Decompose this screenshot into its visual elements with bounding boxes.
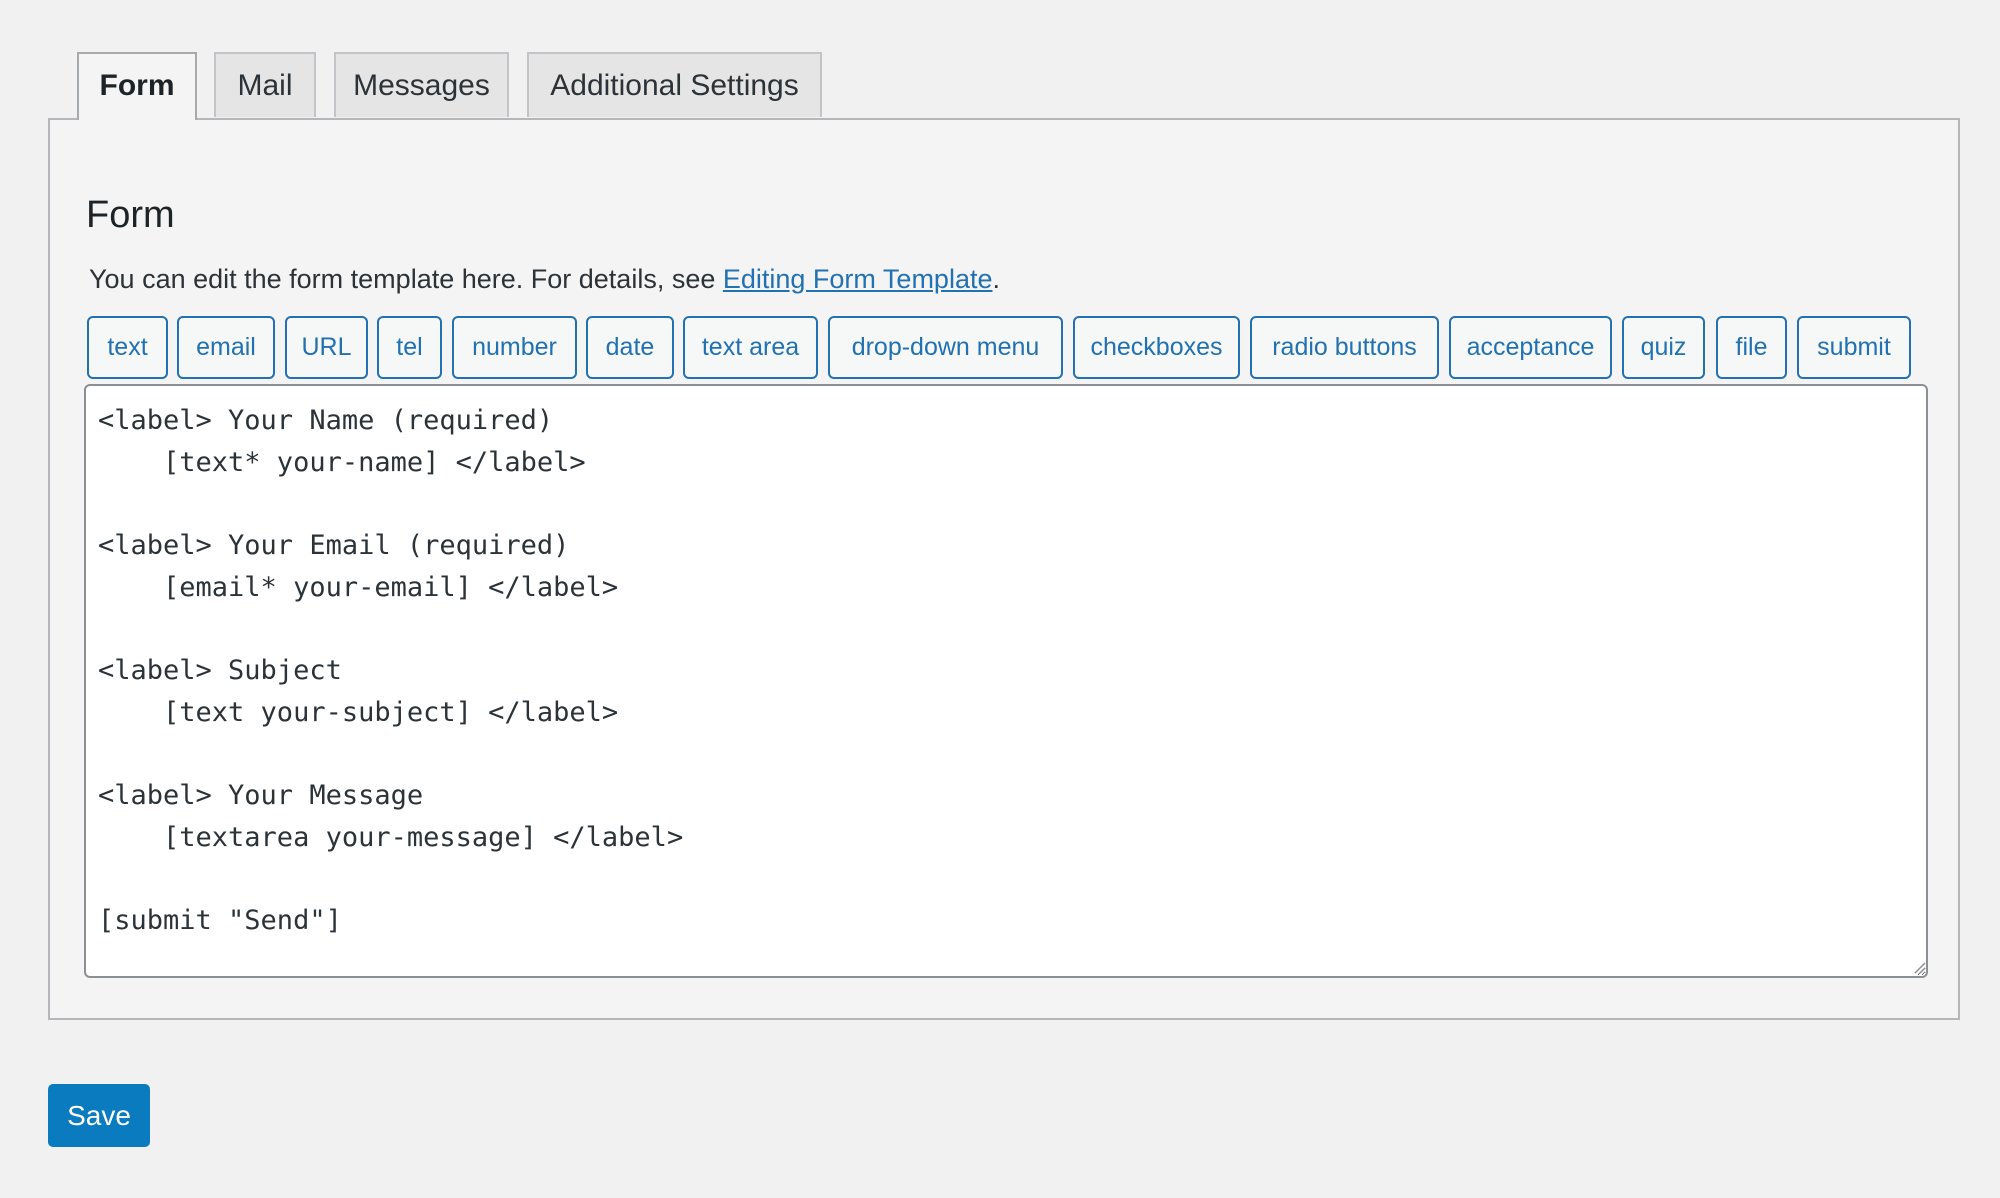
tag-button-text[interactable]: text bbox=[87, 316, 168, 379]
description-text: You can edit the form template here. For… bbox=[89, 264, 723, 294]
form-template-editor[interactable]: <label> Your Name (required) [text* your… bbox=[84, 384, 1928, 978]
tab-bar: Form Mail Messages Additional Settings bbox=[48, 52, 1960, 120]
tag-button-submit[interactable]: submit bbox=[1797, 316, 1911, 379]
tag-button-drop-down-menu[interactable]: drop-down menu bbox=[828, 316, 1063, 379]
panel-description: You can edit the form template here. For… bbox=[89, 264, 1000, 295]
tag-button-url[interactable]: URL bbox=[285, 316, 368, 379]
editing-form-template-link[interactable]: Editing Form Template bbox=[723, 264, 993, 294]
tag-button-radio-buttons[interactable]: radio buttons bbox=[1250, 316, 1439, 379]
tab-additional-settings[interactable]: Additional Settings bbox=[527, 52, 822, 117]
form-panel: Form You can edit the form template here… bbox=[48, 118, 1960, 1020]
tab-messages[interactable]: Messages bbox=[334, 52, 509, 117]
tag-button-number[interactable]: number bbox=[452, 316, 577, 379]
tab-form[interactable]: Form bbox=[77, 52, 197, 120]
tag-button-email[interactable]: email bbox=[177, 316, 275, 379]
save-button[interactable]: Save bbox=[48, 1084, 150, 1147]
tag-button-tel[interactable]: tel bbox=[377, 316, 442, 379]
tag-button-date[interactable]: date bbox=[586, 316, 674, 379]
tag-button-text-area[interactable]: text area bbox=[683, 316, 818, 379]
tag-button-acceptance[interactable]: acceptance bbox=[1449, 316, 1612, 379]
tab-mail[interactable]: Mail bbox=[214, 52, 316, 117]
resize-handle-icon[interactable] bbox=[1912, 960, 1926, 974]
tag-button-quiz[interactable]: quiz bbox=[1622, 316, 1705, 379]
description-suffix: . bbox=[992, 264, 1000, 294]
panel-heading: Form bbox=[86, 194, 175, 236]
tag-button-file[interactable]: file bbox=[1716, 316, 1787, 379]
tag-button-checkboxes[interactable]: checkboxes bbox=[1073, 316, 1240, 379]
